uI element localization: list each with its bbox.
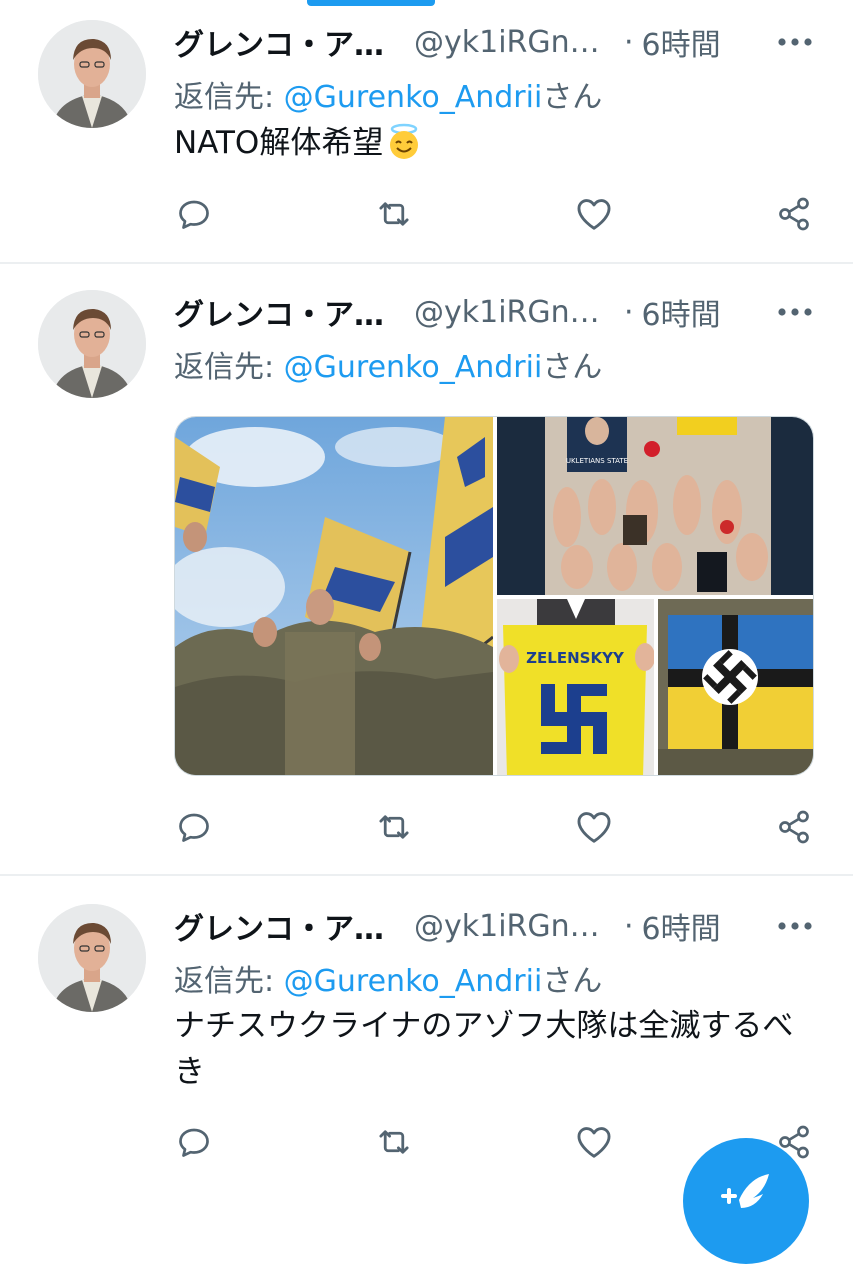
separator-dot: · [624,294,634,330]
share-button[interactable] [770,190,818,238]
avatar[interactable] [38,904,146,1012]
separator-dot: · [624,24,634,60]
avatar-photo [38,290,146,398]
reply-icon [179,1128,209,1157]
reply-icon [179,200,209,229]
like-button[interactable] [570,190,618,238]
tweet-time[interactable]: 6時間 [642,904,721,948]
reply-button[interactable] [170,190,218,238]
tweet-header: グレンコ・ア… @yk1iRGnH… · 6時間 [174,290,721,334]
reply-mention-link[interactable]: @Gurenko_Andrii [284,964,543,999]
tweet-text: ナチスウクライナのアゾフ大隊は全滅するべき [174,1008,794,1090]
author-name[interactable]: グレンコ・ア… [174,290,400,334]
retweet-icon [379,202,409,226]
more-options-icon[interactable] [773,292,817,332]
avatar[interactable] [38,20,146,128]
tweet-header: グレンコ・ア… @yk1iRGnH… · 6時間 [174,904,721,948]
retweet-button[interactable] [370,803,418,851]
avatar-photo [38,904,146,1012]
photo-2-caption: UKLETIANS STATE [566,457,628,465]
like-icon [577,1127,611,1158]
like-button[interactable] [570,1118,618,1166]
retweet-button[interactable] [370,1118,418,1166]
like-icon [577,199,611,230]
author-handle[interactable]: @yk1iRGnH… [414,295,614,330]
like-icon [577,812,611,843]
author-handle[interactable]: @yk1iRGnH… [414,25,614,60]
avatar-photo [38,20,146,128]
media-photo-4[interactable] [658,599,814,776]
replying-to: 返信先: @Gurenko_Andriiさん [174,956,602,1000]
media-photo-3[interactable]: ZELENSKYY [497,599,654,776]
tweet-text: NATO解体希望 [174,120,814,166]
more-options-icon[interactable] [773,22,817,62]
reply-mention-link[interactable]: @Gurenko_Andrii [284,350,543,385]
photo-3-shirt-text: ZELENSKYY [526,649,625,667]
reply-mention-link[interactable]: @Gurenko_Andrii [284,80,543,115]
replying-to-label: 返信先: [174,80,284,115]
replying-to: 返信先: @Gurenko_Andriiさん [174,342,602,386]
retweet-icon [379,815,409,839]
author-name[interactable]: グレンコ・ア… [174,20,400,64]
reply-button[interactable] [170,803,218,851]
media-photo-1[interactable] [175,417,493,776]
compose-tweet-icon [721,1174,769,1208]
like-button[interactable] [570,803,618,851]
reply-button[interactable] [170,1118,218,1166]
reply-icon [179,813,209,842]
media-grid: UKLETIANS STATE ZELENSKYY [174,416,814,776]
reply-suffix: さん [542,350,603,385]
share-icon [779,810,809,844]
retweet-icon [379,1130,409,1154]
replying-to: 返信先: @Gurenko_Andriiさん [174,72,602,116]
share-icon [779,197,809,231]
replying-to-label: 返信先: [174,350,284,385]
avatar[interactable] [38,290,146,398]
replying-to-label: 返信先: [174,964,284,999]
tweet-1[interactable]: グレンコ・ア… @yk1iRGnH… · 6時間 返信先: @Gurenko_A… [0,0,853,262]
tweet-time[interactable]: 6時間 [642,290,721,334]
tweet-body: NATO解体希望 [174,125,384,161]
reply-suffix: さん [542,964,603,999]
author-name[interactable]: グレンコ・ア… [174,904,400,948]
author-handle[interactable]: @yk1iRGnH… [414,909,614,944]
tweet-header: グレンコ・ア… @yk1iRGnH… · 6時間 [174,20,721,64]
tweet-time[interactable]: 6時間 [642,20,721,64]
reply-suffix: さん [542,80,603,115]
separator-dot: · [624,908,634,944]
more-options-icon[interactable] [773,906,817,946]
share-button[interactable] [770,803,818,851]
media-photo-2[interactable]: UKLETIANS STATE [497,417,814,595]
smiling-face-with-halo-icon [390,123,419,159]
retweet-button[interactable] [370,190,418,238]
compose-tweet-button[interactable] [683,1138,809,1264]
